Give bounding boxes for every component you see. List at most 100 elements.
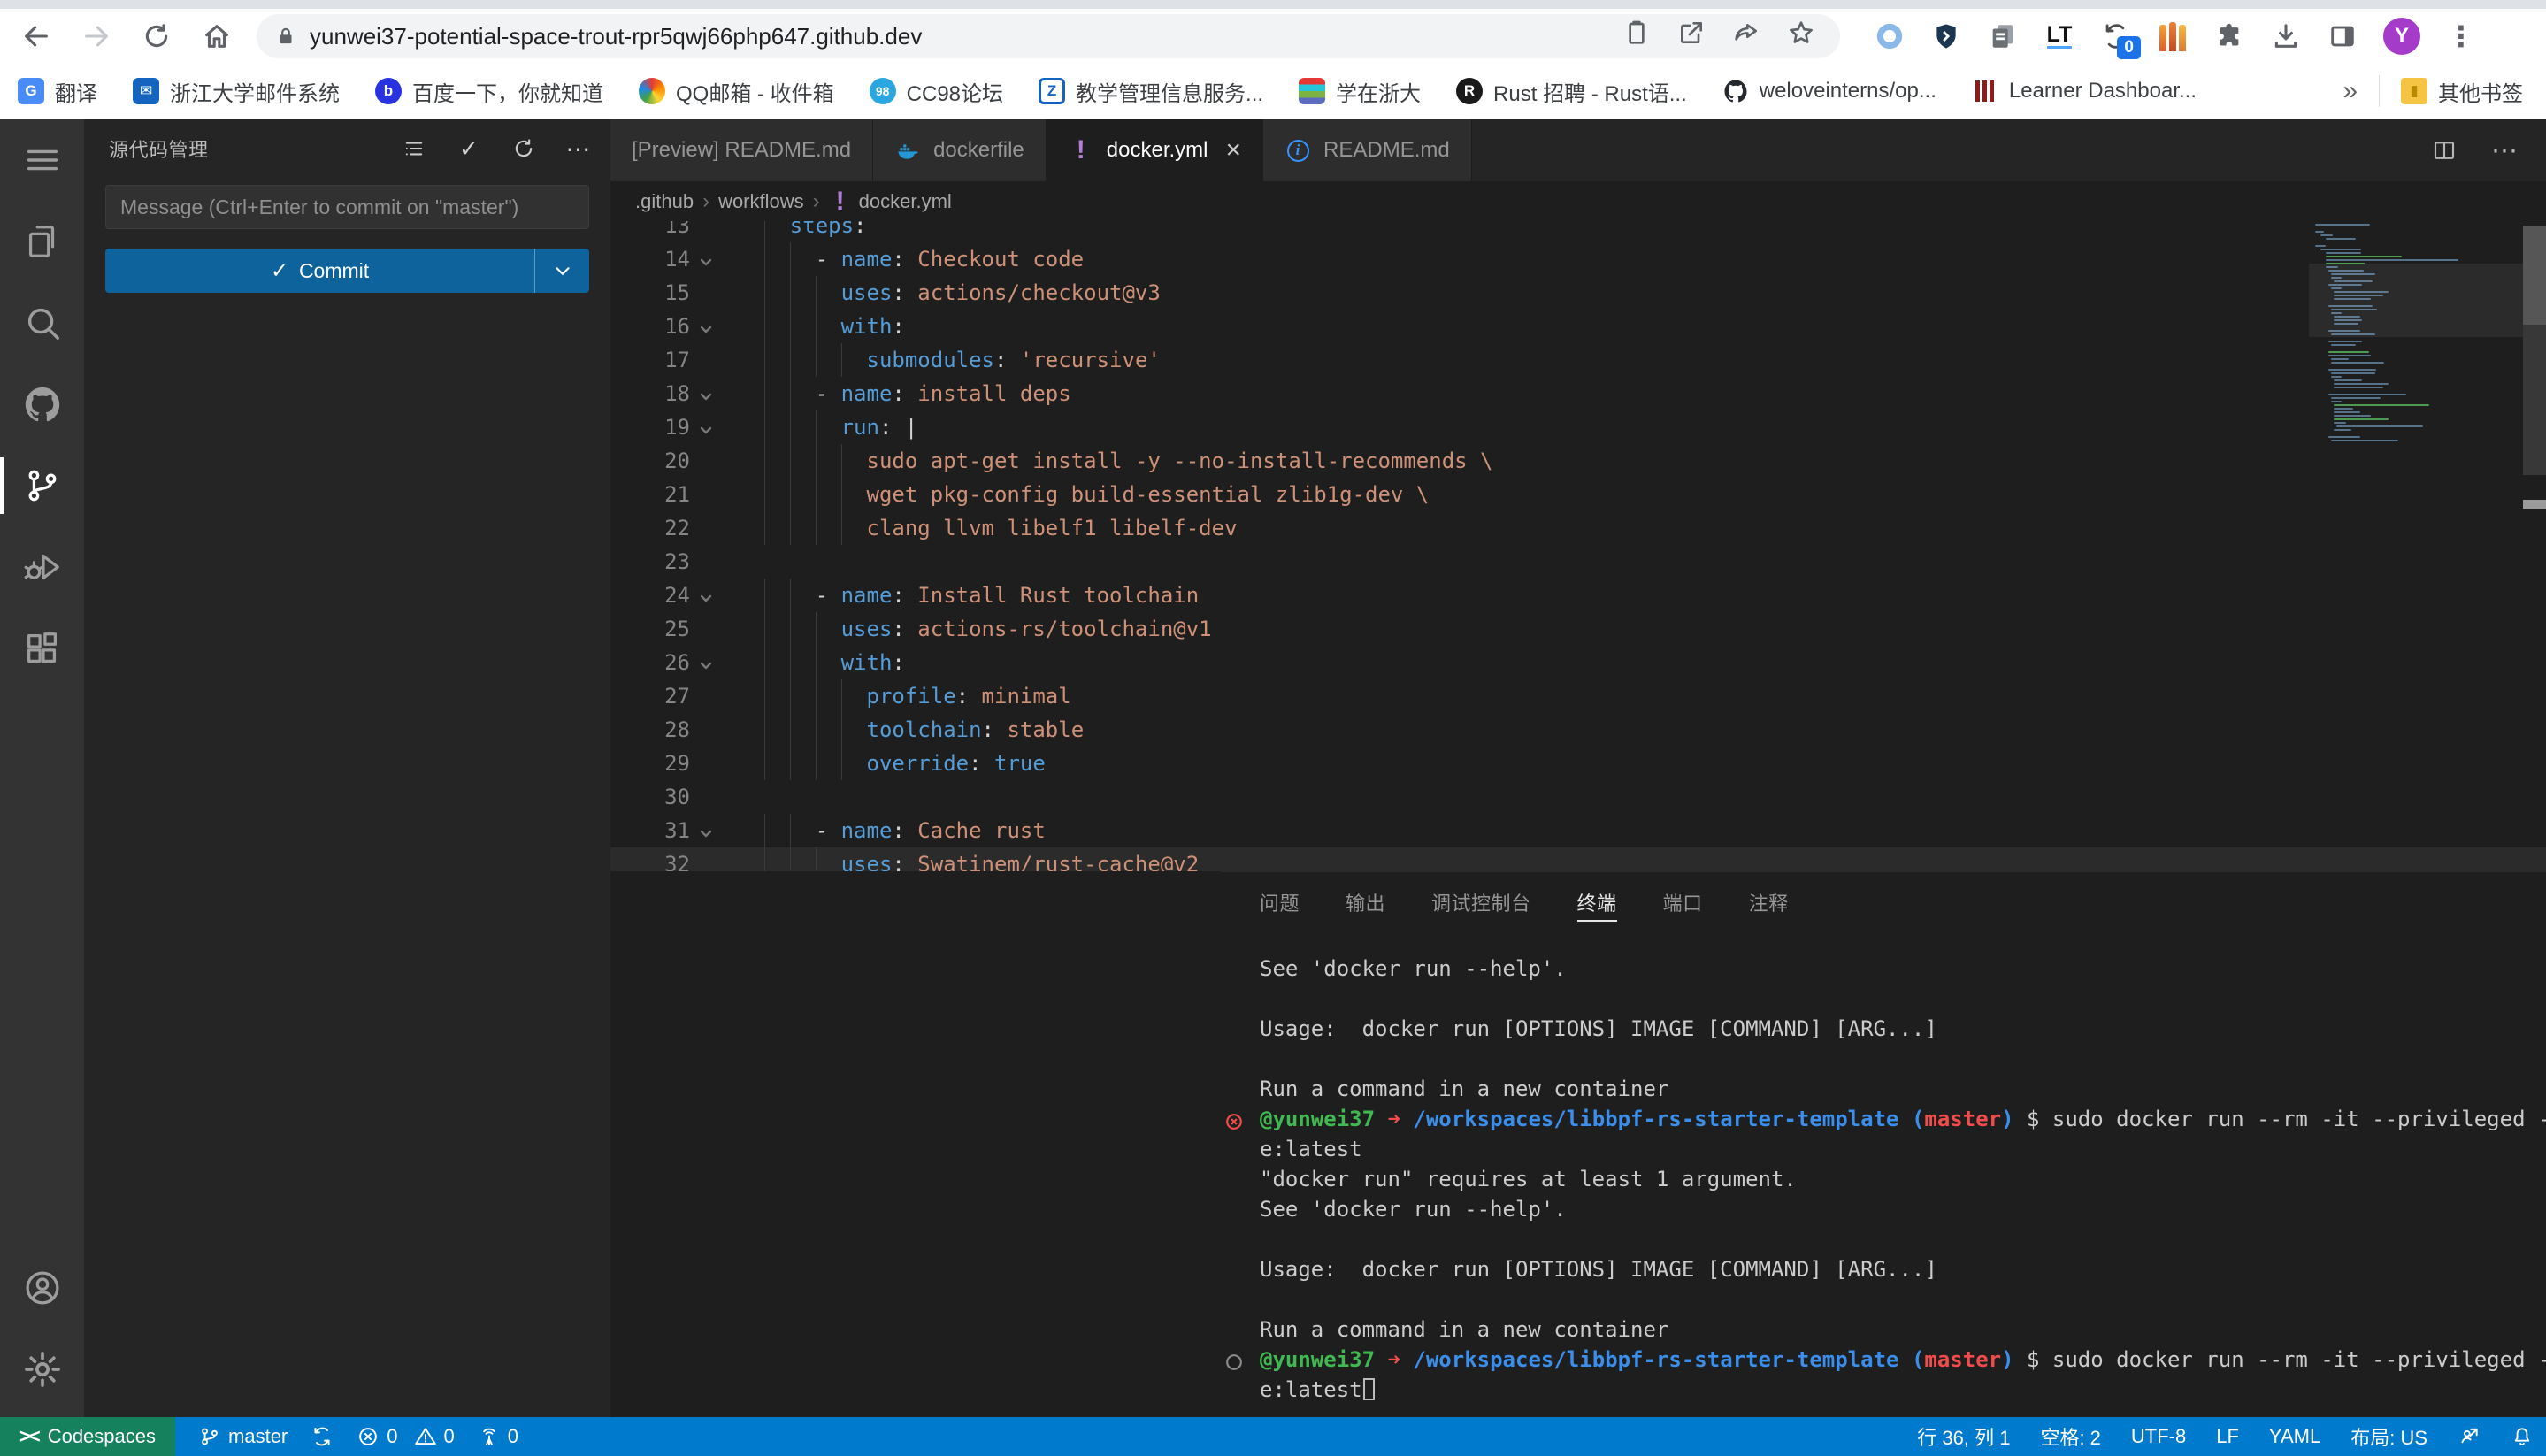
fold-chevron-icon[interactable] bbox=[695, 417, 718, 440]
code-line[interactable]: 21 wget pkg-config build-essential zlib1… bbox=[610, 478, 2546, 511]
code-line[interactable]: 30 bbox=[610, 780, 2546, 814]
terminal-output[interactable]: See 'docker run --help'.Usage: docker ru… bbox=[1221, 954, 2546, 1406]
code-line[interactable]: 29 override: true bbox=[610, 747, 2546, 780]
pencils-extension-icon[interactable] bbox=[2155, 19, 2190, 54]
source-control-icon[interactable] bbox=[0, 445, 84, 526]
star-icon[interactable] bbox=[1787, 19, 1822, 54]
feedback-icon[interactable] bbox=[2458, 1425, 2481, 1448]
keyboard-layout[interactable]: 布局: US bbox=[2350, 1422, 2427, 1451]
fold-chevron-icon[interactable] bbox=[695, 383, 718, 406]
encoding-indicator[interactable]: UTF-8 bbox=[2131, 1425, 2186, 1448]
remote-indicator[interactable]: >< Codespaces bbox=[0, 1417, 175, 1456]
panel-tab[interactable]: 问题 bbox=[1260, 872, 1300, 932]
url-text[interactable]: yunwei37-potential-space-trout-rpr5qwj66… bbox=[310, 23, 1603, 50]
bookmark-item[interactable]: RRust 招聘 - Rust语... bbox=[1456, 76, 1687, 107]
breadcrumb-item[interactable]: !docker.yml bbox=[829, 190, 952, 213]
forward-button[interactable] bbox=[76, 16, 117, 57]
eol-indicator[interactable]: LF bbox=[2216, 1425, 2239, 1448]
commit-button[interactable]: ✓ Commit bbox=[105, 249, 589, 293]
editor-tab[interactable]: dockerfile bbox=[873, 119, 1047, 181]
code-line[interactable]: 28 toolchain: stable bbox=[610, 713, 2546, 747]
language-mode[interactable]: YAML bbox=[2269, 1425, 2320, 1448]
search-icon[interactable] bbox=[0, 282, 84, 364]
explorer-icon[interactable] bbox=[0, 201, 84, 282]
github-icon[interactable] bbox=[0, 364, 84, 445]
commit-message-input[interactable] bbox=[120, 195, 574, 219]
code-line[interactable]: 15 uses: actions/checkout@v3 bbox=[610, 276, 2546, 310]
code-line[interactable]: 20 sudo apt-get install -y --no-install-… bbox=[610, 444, 2546, 478]
home-button[interactable] bbox=[196, 16, 237, 57]
clipboard-icon[interactable] bbox=[1622, 19, 1658, 54]
bookmark-item[interactable]: b百度一下，你就知道 bbox=[375, 76, 603, 107]
fold-chevron-icon[interactable] bbox=[695, 652, 718, 675]
account-icon[interactable] bbox=[0, 1247, 84, 1329]
code-line[interactable]: 19 run: | bbox=[610, 410, 2546, 444]
settings-gear-icon[interactable] bbox=[0, 1329, 84, 1410]
bookmark-item[interactable]: ✉浙江大学邮件系统 bbox=[133, 76, 340, 107]
code-line[interactable]: 17 submodules: 'recursive' bbox=[610, 343, 2546, 377]
code-line[interactable]: 26 with: bbox=[610, 646, 2546, 679]
fold-chevron-icon[interactable] bbox=[695, 249, 718, 272]
split-editor-icon[interactable] bbox=[2429, 135, 2459, 165]
minimap-viewport[interactable] bbox=[2309, 264, 2523, 337]
code-line[interactable]: 32 uses: Swatinem/rust-cache@v2 bbox=[610, 847, 2546, 871]
indentation-indicator[interactable]: 空格: 2 bbox=[2040, 1422, 2100, 1451]
refresh-button[interactable] bbox=[136, 16, 177, 57]
extensions-icon[interactable] bbox=[0, 608, 84, 689]
panel-tab[interactable]: 终端 bbox=[1577, 872, 1617, 932]
breadcrumb-item[interactable]: workflows bbox=[718, 190, 804, 213]
fold-chevron-icon[interactable] bbox=[695, 585, 718, 608]
more-actions-icon[interactable]: ⋯ bbox=[564, 134, 593, 163]
bookmarks-overflow-chevron[interactable]: » bbox=[2343, 76, 2358, 106]
downloads-icon[interactable] bbox=[2268, 19, 2304, 54]
editor-tab[interactable]: iREADME.md bbox=[1263, 119, 1472, 181]
fold-chevron-icon[interactable] bbox=[695, 316, 718, 339]
sync-extension-icon[interactable]: 0 bbox=[2098, 19, 2134, 54]
shield-extension-icon[interactable] bbox=[1929, 19, 1964, 54]
problems-indicator[interactable]: 0 0 bbox=[357, 1425, 455, 1448]
sync-changes-button[interactable] bbox=[311, 1425, 334, 1448]
code-line[interactable]: 16 with: bbox=[610, 310, 2546, 343]
code-line[interactable]: 25 uses: actions-rs/toolchain@v1 bbox=[610, 612, 2546, 646]
side-panel-icon[interactable] bbox=[2325, 19, 2360, 54]
share-icon[interactable] bbox=[1732, 19, 1768, 54]
panel-tab[interactable]: 注释 bbox=[1749, 872, 1789, 932]
browser-menu-icon[interactable]: ⋮ bbox=[2443, 19, 2479, 54]
menu-icon[interactable] bbox=[0, 119, 84, 201]
editor-tab[interactable]: [Preview] README.md bbox=[610, 119, 873, 181]
code-editor[interactable]: 13 steps:14 - name: Checkout code15 uses… bbox=[610, 221, 2546, 871]
commit-check-icon[interactable]: ✓ bbox=[455, 134, 483, 163]
code-line[interactable]: 18 - name: install deps bbox=[610, 377, 2546, 410]
code-line[interactable]: 23 bbox=[610, 545, 2546, 579]
other-bookmarks[interactable]: ▮ 其他书签 bbox=[2401, 76, 2523, 107]
editor-scrollbar[interactable] bbox=[2523, 224, 2546, 871]
panel-tab[interactable]: 输出 bbox=[1346, 872, 1385, 932]
ports-indicator[interactable]: 0 bbox=[478, 1425, 518, 1448]
back-button[interactable] bbox=[16, 16, 57, 57]
commit-dropdown-chevron[interactable] bbox=[534, 249, 589, 293]
open-external-icon[interactable] bbox=[1677, 19, 1713, 54]
bookmark-item[interactable]: weloveinterns/op... bbox=[1722, 78, 1936, 104]
editor-more-actions-icon[interactable]: ⋯ bbox=[2489, 135, 2519, 165]
notifications-bell-icon[interactable] bbox=[2511, 1425, 2534, 1448]
lock-icon[interactable] bbox=[274, 25, 297, 48]
cursor-position[interactable]: 行 36, 列 1 bbox=[1917, 1422, 2010, 1451]
bookmark-item[interactable]: 学在浙大 bbox=[1299, 76, 1421, 107]
panel-tab[interactable]: 调试控制台 bbox=[1431, 872, 1531, 932]
fold-chevron-icon[interactable] bbox=[695, 820, 718, 843]
code-line[interactable]: 13 steps: bbox=[610, 221, 2546, 242]
bookmark-item[interactable]: G翻译 bbox=[18, 76, 97, 107]
pages-extension-icon[interactable] bbox=[1985, 19, 2021, 54]
address-bar[interactable]: yunwei37-potential-space-trout-rpr5qwj66… bbox=[257, 14, 1840, 58]
bookmark-item[interactable]: 98CC98论坛 bbox=[870, 76, 1003, 107]
code-line[interactable]: 22 clang llvm libelf1 libelf-dev bbox=[610, 511, 2546, 545]
ring-extension-icon[interactable] bbox=[1872, 19, 1907, 54]
code-line[interactable]: 27 profile: minimal bbox=[610, 679, 2546, 713]
editor-tab[interactable]: !docker.yml× bbox=[1047, 119, 1263, 181]
languagetool-extension-icon[interactable]: LT bbox=[2042, 19, 2077, 54]
branch-indicator[interactable]: master bbox=[198, 1425, 288, 1448]
code-line[interactable]: 31 - name: Cache rust bbox=[610, 814, 2546, 847]
view-as-list-icon[interactable] bbox=[400, 134, 428, 163]
code-line[interactable]: 24 - name: Install Rust toolchain bbox=[610, 579, 2546, 612]
bookmark-item[interactable]: QQ邮箱 - 收件箱 bbox=[639, 76, 834, 107]
